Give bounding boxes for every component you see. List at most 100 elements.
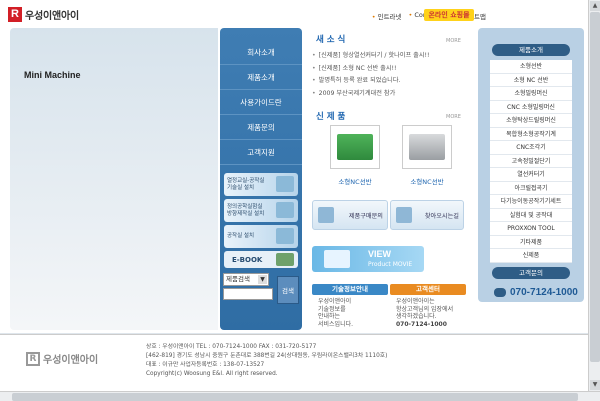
product-name[interactable]: 소형NC선반 [397, 176, 457, 186]
main-menu: 회사소개 제품소개 사용가이드란 제품문의 고객지원 열정교실-공작실 기술실 설… [220, 28, 302, 330]
news-list: [신제품] 형상열선커터기 / 핫나이프 출시!! [신제품] 소형 NC 선반… [312, 50, 472, 100]
tech-info-head: 기술정보안내 [312, 284, 388, 295]
menu-inquiry[interactable]: 제품문의 [220, 115, 302, 140]
logo-text: 우성이앤아이 [25, 11, 79, 22]
sidebar-item[interactable]: 소형밀링머신 [490, 87, 572, 101]
products-more-link[interactable]: MORE [446, 114, 461, 120]
product-card[interactable] [402, 125, 452, 169]
tech-info-line: 기술정보를 [318, 305, 346, 313]
site-footer: R 우성이앤아이 상호 : 우성이앤아이 TEL : 070-7124-1000… [0, 334, 588, 391]
video-icon [324, 250, 350, 268]
new-products-title: 신 제 품 [316, 112, 346, 122]
footer-logo: R 우성이앤아이 [26, 351, 98, 366]
sidebar-item[interactable]: PROXXON TOOL [490, 222, 572, 236]
sidebar-item[interactable]: 소형탁상드릴링머신 [490, 114, 572, 128]
scroll-down-arrow-icon[interactable]: ▼ [590, 380, 600, 390]
promo-thumbnail [276, 176, 294, 192]
sidebar-item[interactable]: 신제품 [490, 249, 572, 263]
directions-label: 찾아오시는길 [424, 212, 459, 220]
footer-line: [462-819] 경기도 성남시 중원구 둔촌대로 388번길 24(상대원동… [146, 353, 388, 359]
news-more-link[interactable]: MORE [446, 38, 461, 44]
sidebar-item[interactable]: 다기능이동공작기기세트 [490, 195, 572, 209]
sidebar-item[interactable]: 실험대 및 공작대 [490, 209, 572, 222]
promo-line: 정의공학실험실 [227, 203, 263, 210]
footer-line: 상호 : 우성이앤아이 TEL : 070-7124-1000 FAX : 03… [146, 344, 317, 350]
online-shop-button[interactable]: 온라인 쇼핑몰 [424, 9, 474, 21]
news-item[interactable]: [신제품] 소형 NC 선반 출시!! [312, 63, 472, 76]
vertical-scrollbar[interactable]: ▲ ▼ [588, 0, 600, 391]
menu-company[interactable]: 회사소개 [220, 40, 302, 65]
product-movie-banner[interactable]: VIEW Product MOVIE [312, 246, 424, 272]
news-title: 새 소 식 [316, 35, 346, 45]
product-sidebar: 제품소개 소형선반 소형 NC 선반 소형밀링머신 CNC 소형밀링머신 소형탁… [478, 28, 584, 302]
search-input[interactable] [223, 288, 273, 300]
purchase-inquiry-link[interactable]: 제품구매문의 [312, 200, 388, 230]
customer-center-line: 항상고객님의 입장에서 [396, 305, 454, 313]
promo-classroom[interactable]: 열정교실-공작실 기술실 설치 [224, 173, 298, 196]
customer-center-line: 우성이앤아이는 [396, 298, 435, 305]
hero-title: Mini Machine [24, 70, 81, 80]
search-category-select[interactable]: 제품검색 ▼ [223, 273, 269, 286]
tech-info-line: 우성이앤아이 [318, 298, 352, 305]
sidebar-list: 소형선반 소형 NC 선반 소형밀링머신 CNC 소형밀링머신 소형탁상드릴링머… [490, 60, 572, 263]
directions-link[interactable]: 찾아오시는길 [390, 200, 464, 230]
product-name[interactable]: 소형NC선반 [325, 176, 385, 186]
sidebar-item[interactable]: CNC조각기 [490, 141, 572, 155]
sidebar-item[interactable]: 아크릴접곡기 [490, 182, 572, 195]
ebook-link[interactable]: E-BOOK [224, 251, 298, 268]
sidebar-item[interactable]: 열선커터기 [490, 168, 572, 182]
footer-logo-text: 우성이앤아이 [43, 355, 99, 366]
promo-thumbnail [276, 228, 294, 244]
tech-info-box[interactable]: 기술정보안내 우성이앤아이 기술정보를 안내하는 서비스입니다. [312, 284, 388, 332]
phone-icon [494, 288, 506, 297]
sidebar-head: 제품소개 [492, 44, 570, 56]
news-item[interactable]: 2009 부산국제기계대전 참가 [312, 88, 472, 101]
ebook-thumbnail [276, 253, 294, 266]
hero-banner: Mini Machine [10, 28, 218, 330]
movie-line2: Product MOVIE [368, 261, 413, 268]
sidebar-item[interactable]: 기타제품 [490, 236, 572, 249]
sidebar-item[interactable]: CNC 소형밀링머신 [490, 101, 572, 114]
promo-line: 방향제작실 설치 [227, 210, 265, 217]
sidebar-item[interactable]: 복합형소형공작기계 [490, 128, 572, 141]
horizontal-scrollbar[interactable] [0, 391, 600, 401]
movie-line1: VIEW [368, 249, 392, 259]
horizontal-scroll-thumb[interactable] [12, 393, 578, 401]
site-header: R 우성이앤아이 인트라넷 Contact us 사이트맵 온라인 쇼핑몰 [0, 0, 588, 28]
news-item[interactable]: [신제품] 형상열선커터기 / 핫나이프 출시!! [312, 50, 472, 63]
map-icon [396, 207, 412, 223]
news-item[interactable]: 발명특허 등록 완료 되었습니다. [312, 75, 472, 88]
customer-center-box[interactable]: 고객센터 우성이앤아이는 항상고객님의 입장에서 생각하겠습니다. 070-71… [390, 284, 466, 332]
promo-workshop[interactable]: 공작실 설치 [224, 225, 298, 248]
promo-line: 공작실 설치 [227, 233, 255, 239]
promo-line: 기술실 설치 [227, 184, 255, 191]
menu-guide[interactable]: 사용가이드란 [220, 90, 302, 115]
customer-center-line: 생각하겠습니다. [396, 313, 437, 320]
document-icon [318, 207, 334, 223]
sidebar-item[interactable]: 고속정밀절단기 [490, 155, 572, 168]
site-logo[interactable]: R 우성이앤아이 [8, 7, 79, 22]
tech-info-line: 안내하는 [318, 313, 341, 320]
customer-center-head: 고객센터 [390, 284, 466, 295]
sidebar-item[interactable]: 소형 NC 선반 [490, 74, 572, 87]
scroll-up-arrow-icon[interactable]: ▲ [590, 1, 600, 11]
nav-intranet[interactable]: 인트라넷 [372, 11, 402, 21]
ebook-label: E-BOOK [232, 255, 263, 264]
customer-inquiry-head[interactable]: 고객문의 [492, 267, 570, 279]
purchase-inquiry-label: 제품구매문의 [348, 212, 383, 220]
search-category-value: 제품검색 [226, 275, 250, 283]
product-card[interactable] [330, 125, 380, 169]
vertical-scroll-thumb[interactable] [590, 12, 600, 362]
customer-center-phone: 070-7124-1000 [396, 320, 447, 328]
product-image [337, 134, 373, 160]
promo-lab[interactable]: 정의공학실험실 방향제작실 설치 [224, 199, 298, 222]
search-button[interactable]: 검색 [277, 276, 299, 304]
footer-logo-mark: R [26, 351, 40, 366]
promo-thumbnail [276, 202, 294, 218]
chevron-down-icon: ▼ [258, 275, 267, 284]
menu-support[interactable]: 고객지원 [220, 140, 302, 165]
promo-line: 열정교실-공작실 [227, 177, 265, 184]
sidebar-item[interactable]: 소형선반 [490, 60, 572, 74]
menu-products[interactable]: 제품소개 [220, 65, 302, 90]
footer-line: 대표 : 이규만 사업자등록번호 : 138-07-13527 [146, 362, 265, 368]
